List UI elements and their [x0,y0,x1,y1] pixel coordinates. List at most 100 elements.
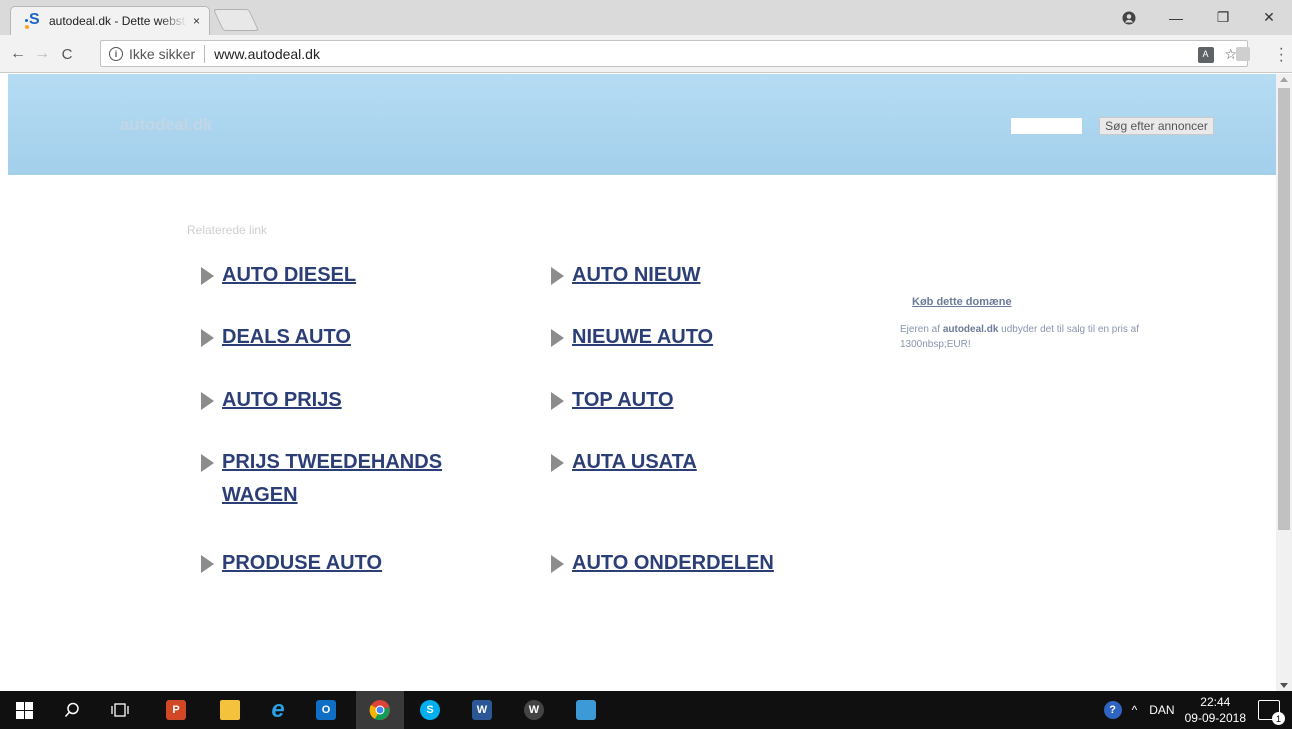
security-status[interactable]: Ikke sikker [129,46,195,62]
url-text[interactable]: www.autodeal.dk [214,46,320,62]
search-ads-button[interactable]: Søg efter annoncer [1099,117,1214,135]
windows-logo-icon [15,701,33,719]
back-arrow-icon[interactable]: ← [8,44,28,64]
taskbar-app-file-explorer[interactable] [206,691,254,729]
arrow-right-icon [551,555,564,573]
related-link-text[interactable]: AUTO DIESEL [222,259,356,292]
related-link-text[interactable]: PRIJS TWEEDEHANDS WAGEN [222,446,491,512]
notification-badge: 1 [1272,712,1285,725]
tab-title: autodeal.dk - Dette websted er til salg [49,14,187,28]
pdf-extension-icon[interactable] [1236,47,1250,61]
clock-time: 22:44 [1200,695,1231,709]
related-link[interactable]: AUTA USATA [551,451,697,479]
buy-desc-prefix: Ejeren af [900,324,941,335]
action-center-icon[interactable]: 1 [1258,700,1285,725]
folder-icon [220,700,240,720]
new-tab-button[interactable] [212,9,260,31]
related-link[interactable]: AUTO NIEUW [551,264,701,292]
arrow-right-icon [201,454,214,472]
arrow-right-icon [551,454,564,472]
internet-explorer-icon: e [271,696,285,723]
skype-icon: S [420,700,440,720]
wunderlist-icon: W [524,700,544,720]
browser-tab[interactable]: S autodeal.dk - Dette websted er til sal… [10,6,210,35]
search-icon [64,702,79,717]
page-viewport: autodeal.dk Søg efter annoncer Relatered… [0,74,1276,691]
profile-icon[interactable] [1106,0,1152,35]
site-favicon-icon: S [25,11,43,30]
arrow-right-icon [551,267,564,285]
info-icon[interactable]: i [109,46,123,61]
related-link-text[interactable]: PRODUSE AUTO [222,547,382,580]
outlook-icon: O [316,700,336,720]
taskbar-app-skype[interactable]: S [406,691,454,729]
taskbar-app-wunderlist[interactable]: W [510,691,558,729]
input-language[interactable]: DAN [1149,703,1174,717]
task-view-button[interactable] [96,691,144,729]
search-input[interactable] [1011,118,1082,134]
start-button[interactable] [0,691,48,729]
related-link[interactable]: NIEUWE AUTO [551,326,713,354]
related-link-text[interactable]: TOP AUTO [572,384,674,417]
browser-tab-strip: S autodeal.dk - Dette websted er til sal… [0,0,1292,35]
arrow-right-icon [551,329,564,347]
arrow-right-icon [201,329,214,347]
address-bar[interactable]: i Ikke sikker www.autodeal.dk ☆ [100,40,1248,67]
related-links-label: Relaterede link [187,223,268,237]
chevron-up-icon[interactable]: ^ [1132,703,1138,717]
related-link-text[interactable]: AUTA USATA [572,446,697,479]
tab-close-icon[interactable]: × [193,14,200,28]
scroll-up-arrow-icon[interactable] [1280,77,1288,82]
scroll-down-arrow-icon[interactable] [1280,683,1288,688]
reload-icon[interactable]: C [57,44,77,64]
related-link-text[interactable]: DEALS AUTO [222,321,351,354]
windows-taskbar: P e O S W W ? ^ DAN 22:44 09-09-2018 1 [0,691,1292,729]
buy-domain-link[interactable]: Køb dette domæne [912,296,1012,308]
browser-menu-icon[interactable]: · · · [1279,41,1284,69]
chrome-icon [369,700,390,721]
app-icon [576,700,596,720]
related-link[interactable]: AUTO PRIJS [201,389,342,417]
task-view-icon [111,703,129,717]
related-link[interactable]: PRIJS TWEEDEHANDS WAGEN [201,451,491,512]
system-tray: ? ^ DAN 22:44 09-09-2018 1 [1103,691,1292,729]
browser-toolbar: ← → C i Ikke sikker www.autodeal.dk ☆ ··… [0,35,1292,73]
related-link[interactable]: DEALS AUTO [201,326,351,354]
help-icon[interactable]: ? [1103,701,1122,719]
maximize-button[interactable]: ❐ [1200,0,1246,35]
search-button[interactable] [48,691,96,729]
taskbar-app-powerpoint[interactable]: P [152,691,200,729]
related-link-text[interactable]: NIEUWE AUTO [572,321,713,354]
close-window-button[interactable]: ✕ [1246,0,1292,35]
related-link[interactable]: AUTO DIESEL [201,264,356,292]
related-link[interactable]: PRODUSE AUTO [201,552,382,580]
vertical-scrollbar[interactable] [1276,74,1292,691]
forward-arrow-icon[interactable]: → [32,44,52,64]
arrow-right-icon [551,392,564,410]
taskbar-app-word[interactable]: W [458,691,506,729]
taskbar-app-chrome[interactable] [356,691,404,729]
omnibox-divider [204,44,206,63]
scroll-thumb[interactable] [1278,88,1290,530]
taskbar-app-internet-explorer[interactable]: e [254,691,302,729]
word-icon: W [472,700,492,720]
related-link[interactable]: AUTO ONDERDELEN [551,552,774,580]
arrow-right-icon [201,267,214,285]
buy-domain-description: Ejeren af autodeal.dk udbyder det til sa… [900,322,1200,352]
arrow-right-icon [201,392,214,410]
related-link-text[interactable]: AUTO NIEUW [572,259,701,292]
site-logo[interactable]: autodeal.dk [120,115,212,135]
minimize-button[interactable]: — [1153,0,1199,35]
powerpoint-icon: P [166,700,186,720]
related-link[interactable]: TOP AUTO [551,389,674,417]
site-header: autodeal.dk Søg efter annoncer [8,74,1276,175]
related-link-text[interactable]: AUTO ONDERDELEN [572,547,774,580]
clock[interactable]: 22:44 09-09-2018 [1185,694,1246,726]
taskbar-app-generic[interactable] [562,691,610,729]
buy-desc-domain: autodeal.dk [942,324,999,335]
taskbar-app-outlook[interactable]: O [302,691,350,729]
related-link-text[interactable]: AUTO PRIJS [222,384,342,417]
arrow-right-icon [201,555,214,573]
clock-date: 09-09-2018 [1184,711,1246,725]
translate-icon[interactable] [1198,46,1215,63]
